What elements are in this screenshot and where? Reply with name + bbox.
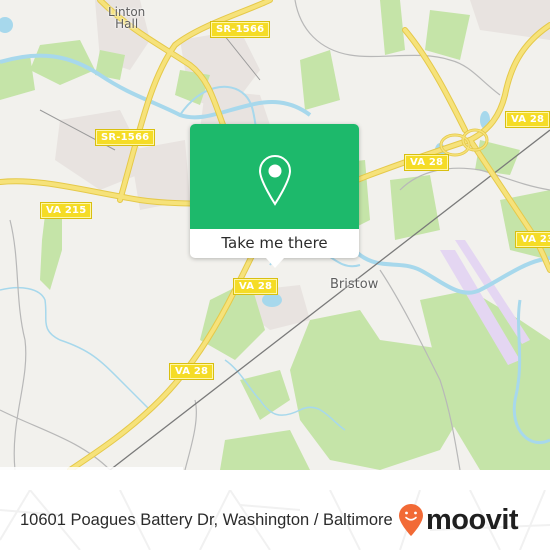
popup-pointer <box>266 258 284 268</box>
location-pin-icon <box>258 154 292 206</box>
road-shield-va-28: VA 28 <box>403 154 450 171</box>
destination-popup[interactable]: Take me there <box>190 124 359 268</box>
map-attribution: © OpenStreetMap contributors <box>0 467 183 470</box>
take-me-there-button[interactable]: Take me there <box>190 229 359 258</box>
address-text: 10601 Poagues Battery Dr, Washington / B… <box>20 511 393 529</box>
road-shield-sr-1566: SR-1566 <box>94 129 156 146</box>
moovit-logo[interactable]: moovit <box>398 503 519 537</box>
place-label-bristow: Bristow <box>330 277 379 292</box>
map-view[interactable]: Linton Hall Bristow SR-1566 SR-1566 VA 2… <box>0 0 550 470</box>
road-shield-va-215: VA 215 <box>39 202 93 219</box>
road-shield-sr-1566: SR-1566 <box>209 21 271 38</box>
moovit-wordmark: moovit <box>426 503 519 536</box>
road-shield-va-234: VA 234 <box>514 231 550 248</box>
popup-header[interactable] <box>190 124 359 229</box>
road-shield-va-28: VA 28 <box>168 363 215 380</box>
moovit-pin-logo-icon <box>399 504 423 536</box>
footer-bar: 10601 Poagues Battery Dr, Washington / B… <box>0 490 550 550</box>
road-shield-va-28: VA 28 <box>232 278 279 295</box>
place-label-linton-hall: Linton Hall <box>108 5 146 31</box>
road-shield-va-28: VA 28 <box>504 111 550 128</box>
